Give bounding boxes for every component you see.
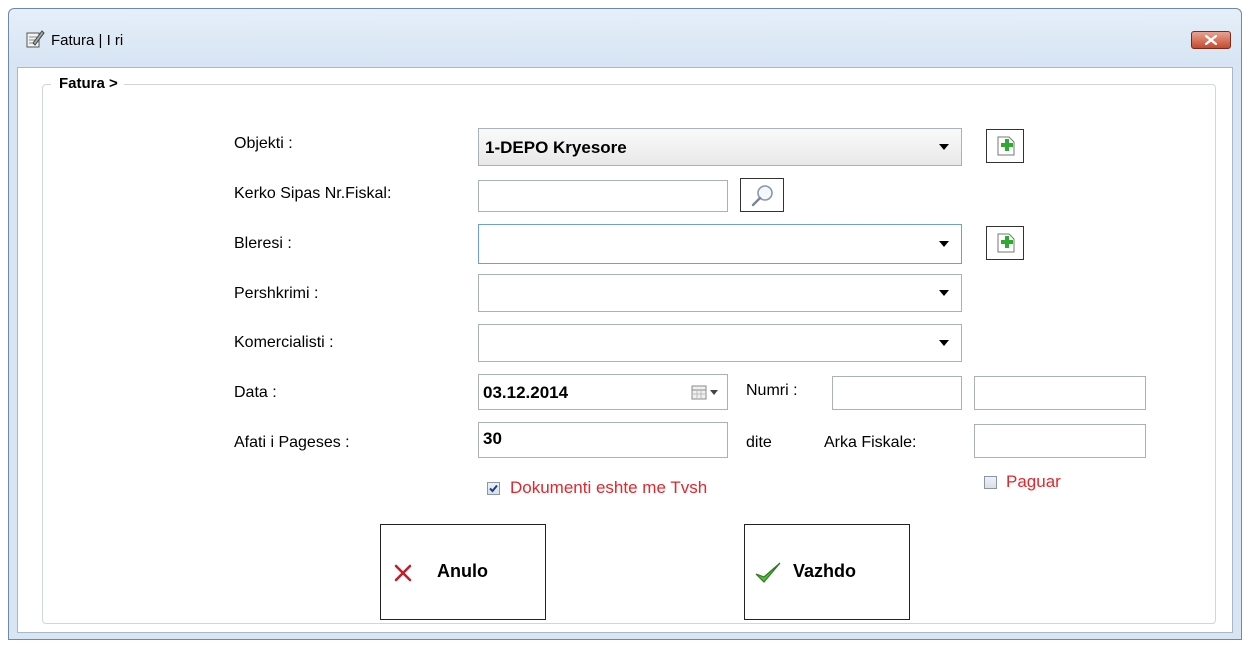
dialog-window: Fatura | I ri Fatura > Objekti : 1-DEPO … [8, 8, 1242, 640]
group-title: Fatura > [51, 75, 124, 92]
dite-label: dite [746, 434, 772, 451]
objekti-value: 1-DEPO Kryesore [485, 138, 627, 157]
dialog-client-area: Fatura > Objekti : 1-DEPO Kryesore Kerko… [17, 67, 1233, 633]
tvsh-checkbox[interactable] [487, 482, 500, 495]
numri-input-1[interactable] [832, 376, 962, 410]
close-button[interactable] [1191, 31, 1231, 49]
tvsh-label[interactable]: Dokumenti eshte me Tvsh [510, 478, 707, 498]
checkmark-icon [755, 562, 781, 583]
numri-input-2[interactable] [974, 376, 1146, 410]
paguar-label[interactable]: Paguar [1006, 472, 1061, 492]
arka-label: Arka Fiskale: [824, 434, 917, 451]
objekti-label: Objekti : [234, 135, 293, 152]
edit-document-icon [25, 29, 45, 49]
close-icon [1205, 35, 1217, 45]
title-bar: Fatura | I ri [9, 9, 1241, 65]
magnifier-icon [751, 185, 773, 207]
checkmark-icon [489, 484, 498, 493]
pershkrimi-label: Pershkrimi : [234, 285, 319, 302]
numri-label: Numri : [746, 382, 798, 399]
add-document-icon [997, 233, 1015, 253]
chevron-down-icon [939, 325, 949, 361]
anulo-label: Anulo [437, 561, 488, 581]
search-button[interactable] [740, 178, 784, 212]
pershkrimi-select[interactable] [478, 274, 962, 312]
add-document-icon [997, 136, 1015, 156]
komercialisti-label: Komercialisti : [234, 334, 334, 351]
kerko-label: Kerko Sipas Nr.Fiskal: [234, 185, 392, 202]
afati-value: 30 [483, 429, 502, 448]
add-bleresi-button[interactable] [986, 226, 1024, 260]
add-objekti-button[interactable] [986, 129, 1024, 163]
vazhdo-button[interactable]: Vazhdo [744, 524, 910, 620]
bleresi-select[interactable] [478, 224, 962, 264]
fiscal-number-input[interactable] [478, 180, 728, 212]
bleresi-label: Bleresi : [234, 235, 292, 252]
afati-input[interactable]: 30 [478, 422, 728, 458]
x-mark-icon [394, 564, 412, 582]
chevron-down-icon [939, 225, 949, 263]
vazhdo-label: Vazhdo [793, 561, 857, 581]
date-value: 03.12.2014 [483, 383, 569, 402]
chevron-down-icon [939, 129, 949, 165]
window-title: Fatura | I ri [51, 32, 124, 49]
objekti-select[interactable]: 1-DEPO Kryesore [478, 128, 962, 166]
afati-label: Afati i Pageses : [234, 434, 350, 451]
komercialisti-select[interactable] [478, 324, 962, 362]
paguar-checkbox[interactable] [984, 476, 997, 489]
calendar-icon[interactable] [691, 384, 721, 405]
arka-fiskale-input[interactable] [974, 424, 1146, 458]
anulo-button[interactable]: Anulo [380, 524, 546, 620]
data-label: Data : [234, 384, 277, 401]
date-picker[interactable]: 03.12.2014 [478, 374, 728, 410]
chevron-down-icon [939, 275, 949, 311]
